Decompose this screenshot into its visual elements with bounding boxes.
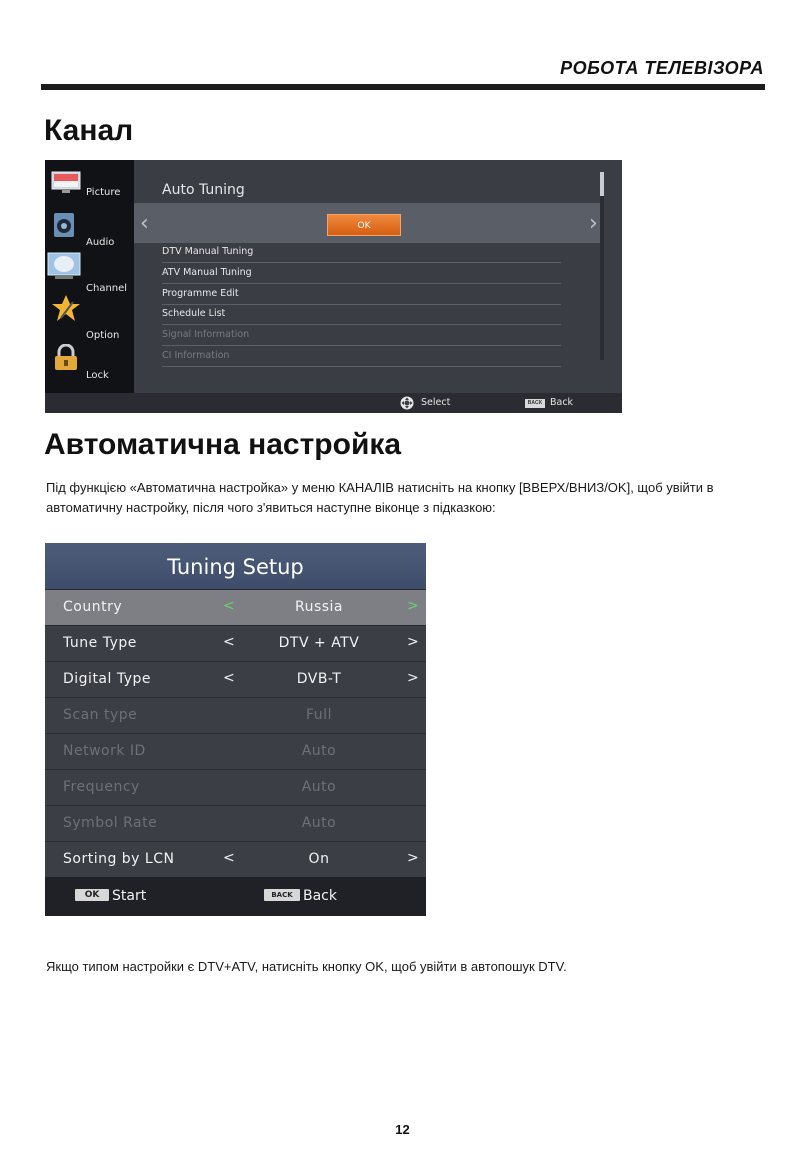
dpad-icon xyxy=(400,396,414,410)
category-channel[interactable]: Channel xyxy=(45,252,134,298)
tuning-setup-title: Tuning Setup xyxy=(45,543,426,589)
tuning-row-symbol-rate: Symbol Rate Auto xyxy=(45,805,426,841)
arrow-left-icon[interactable]: < xyxy=(223,634,235,650)
tuning-row-country[interactable]: Country < Russia > xyxy=(45,589,426,625)
arrow-right-icon[interactable]: > xyxy=(407,670,419,686)
page-number: 12 xyxy=(395,1122,410,1137)
category-sidebar: Picture Audio Channel Option Lock xyxy=(45,160,134,393)
tuning-row-frequency: Frequency Auto xyxy=(45,769,426,805)
menu-item-signal-information: Signal Information xyxy=(162,325,561,346)
menu-item-schedule-list[interactable]: Schedule List xyxy=(162,304,561,325)
instruction-paragraph: Під функцією «Автоматична настройка» у м… xyxy=(46,480,714,515)
menu-item-programme-edit[interactable]: Programme Edit xyxy=(162,284,561,305)
ok-key-icon[interactable]: OK xyxy=(75,889,109,901)
tuning-row-sorting-by-lcn[interactable]: Sorting by LCN < On > xyxy=(45,841,426,877)
tuning-row-network-id: Network ID Auto xyxy=(45,733,426,769)
tuning-footer: OK Start BACK Back xyxy=(45,877,426,916)
arrow-left-icon[interactable]: < xyxy=(223,598,235,614)
category-picture[interactable]: Picture xyxy=(45,168,134,214)
padlock-icon xyxy=(55,344,77,370)
arrow-right-icon[interactable]: > xyxy=(407,634,419,650)
satellite-dish-icon xyxy=(47,252,81,279)
star-icon xyxy=(52,295,80,321)
channel-menu-screenshot: Picture Audio Channel Option Lock Auto T… xyxy=(45,160,622,413)
picture-icon xyxy=(51,171,81,193)
start-label: Start xyxy=(112,888,147,904)
scrollbar-thumb[interactable] xyxy=(600,172,604,196)
scrollbar[interactable] xyxy=(600,172,604,360)
tuning-row-tune-type[interactable]: Tune Type < DTV + ATV > xyxy=(45,625,426,661)
back-hint: Back xyxy=(550,397,574,408)
hint-bar: Select BACK Back xyxy=(45,393,622,413)
menu-item-ci-information: CI Information xyxy=(162,346,561,367)
category-lock[interactable]: Lock xyxy=(45,344,134,390)
arrow-left-icon[interactable]: < xyxy=(223,850,235,866)
arrow-right-icon[interactable]: > xyxy=(407,598,419,614)
note-paragraph: Якщо типом настройки є DTV+ATV, натисніт… xyxy=(46,959,567,974)
tuning-row-scan-type: Scan type Full xyxy=(45,697,426,733)
arrow-left-icon[interactable]: < xyxy=(223,670,235,686)
section-title-channel: Канал xyxy=(44,114,134,147)
speaker-icon xyxy=(54,213,74,237)
chevron-right-icon[interactable]: › xyxy=(589,211,598,236)
back-label: Back xyxy=(303,888,337,904)
header-rule xyxy=(41,84,765,90)
menu-item-dtv-manual-tuning[interactable]: DTV Manual Tuning xyxy=(162,242,561,263)
tuning-row-digital-type[interactable]: Digital Type < DVB-T > xyxy=(45,661,426,697)
select-hint: Select xyxy=(421,397,451,408)
back-key-icon: BACK xyxy=(525,399,545,408)
menu-title: Auto Tuning xyxy=(162,182,245,198)
arrow-right-icon[interactable]: > xyxy=(407,850,419,866)
menu-item-atv-manual-tuning[interactable]: ATV Manual Tuning xyxy=(162,263,561,284)
section-title-auto-tuning: Автоматична настройка xyxy=(44,428,402,461)
tuning-setup-screenshot: Tuning Setup Country < Russia > Tune Typ… xyxy=(45,543,426,916)
back-key-icon[interactable]: BACK xyxy=(264,889,300,901)
running-header: РОБОТА ТЕЛЕВІЗОРА xyxy=(560,58,764,78)
chevron-left-icon[interactable]: ‹ xyxy=(140,211,149,236)
category-option[interactable]: Option xyxy=(45,294,134,341)
ok-button[interactable]: OK xyxy=(327,214,401,236)
